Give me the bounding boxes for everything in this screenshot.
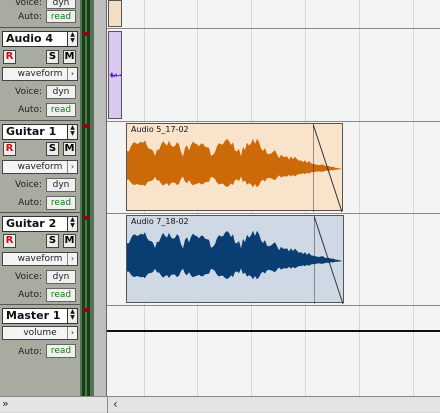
audio-region-guitar1[interactable]: Audio 5_17-02	[126, 123, 343, 212]
track-view-selector[interactable]: waveform ›	[2, 252, 78, 266]
auto-label: Auto:	[18, 105, 42, 115]
track-lane-separator	[107, 121, 440, 122]
track-view-value: waveform	[17, 69, 63, 79]
auto-label: Auto:	[18, 347, 42, 357]
track-header-partial: Voice: dyn Auto: read	[0, 0, 80, 28]
clip-indicator	[82, 124, 90, 128]
auto-label: Auto:	[18, 290, 42, 300]
automation-mode-selector[interactable]: read	[46, 103, 76, 117]
level-meter-column	[80, 0, 93, 396]
chevron-left-icon[interactable]: ‹	[113, 397, 125, 411]
audio-region-audio4[interactable]	[108, 31, 122, 119]
track-lane-separator	[107, 213, 440, 214]
track-lane-separator	[107, 305, 440, 306]
track-name-field[interactable]: Audio 4 ▲ ▼	[2, 31, 78, 47]
track-header-guitar1: Guitar 1 ▲ ▼ R S M waveform › Voice: dyn …	[0, 121, 80, 213]
track-name-field[interactable]: Master 1 ▲ ▼	[2, 308, 78, 324]
track-name: Guitar 1	[6, 125, 57, 138]
fade-out-graphic	[313, 124, 343, 212]
clip-indicator	[82, 308, 90, 312]
spinner-arrows-icon[interactable]: ▲ ▼	[67, 32, 77, 46]
mute-button[interactable]: M	[63, 142, 76, 156]
auto-label: Auto:	[18, 198, 42, 208]
solo-button[interactable]: S	[46, 234, 59, 248]
track-lane-separator	[107, 28, 440, 29]
chevron-right-icon: ›	[67, 68, 77, 80]
waveform-graphic	[127, 138, 341, 188]
voice-label: Voice:	[15, 0, 42, 8]
automation-mode-selector[interactable]: read	[46, 10, 76, 23]
fade-out-graphic	[314, 216, 344, 304]
double-chevron-icon[interactable]: »	[2, 397, 16, 411]
chevron-right-icon: ›	[67, 161, 77, 173]
grid-line	[359, 0, 360, 396]
waveform-shape	[127, 138, 341, 188]
record-enable-button[interactable]: R	[3, 142, 16, 156]
chevron-right-icon: ›	[67, 253, 77, 265]
track-name: Guitar 2	[6, 217, 57, 230]
voice-label: Voice:	[15, 272, 42, 282]
edit-timeline[interactable]: Audio 5_17-02 Audio 7_18-02	[107, 0, 440, 396]
track-view-value: volume	[23, 328, 57, 338]
track-view-value: waveform	[17, 254, 63, 264]
mute-button[interactable]: M	[63, 50, 76, 64]
panel-divider	[93, 0, 107, 396]
region-name: Audio 7_18-02	[131, 217, 189, 226]
waveform-graphic	[110, 72, 122, 78]
voice-selector[interactable]: dyn	[46, 0, 76, 9]
voice-selector[interactable]: dyn	[46, 85, 76, 99]
spinner-arrows-icon[interactable]: ▲ ▼	[67, 125, 77, 139]
meter-track-1	[82, 0, 85, 396]
automation-mode-selector[interactable]: read	[46, 288, 76, 302]
automation-mode-selector[interactable]: read	[46, 344, 76, 358]
scrollbar-divider	[107, 397, 108, 413]
chevron-right-icon: ›	[67, 327, 77, 339]
audio-region-partial[interactable]	[108, 0, 122, 27]
clip-indicator	[82, 216, 90, 220]
track-view-selector[interactable]: waveform ›	[2, 160, 78, 174]
record-enable-button[interactable]: R	[3, 50, 16, 64]
audio-region-guitar2[interactable]: Audio 7_18-02	[126, 215, 344, 304]
voice-selector[interactable]: dyn	[46, 270, 76, 284]
auto-label: Auto:	[18, 12, 42, 22]
track-view-value: waveform	[17, 162, 63, 172]
record-enable-button[interactable]: R	[3, 234, 16, 248]
master-volume-line[interactable]	[107, 330, 440, 332]
track-view-selector[interactable]: waveform ›	[2, 67, 78, 81]
horizontal-scrollbar[interactable]: » ‹	[0, 396, 440, 413]
clip-indicator	[82, 32, 90, 36]
automation-mode-selector[interactable]: read	[46, 196, 76, 210]
track-name: Master 1	[6, 309, 61, 322]
grid-line	[413, 0, 414, 396]
track-header-master1: Master 1 ▲ ▼ volume › Auto: read	[0, 305, 80, 396]
track-name-field[interactable]: Guitar 2 ▲ ▼	[2, 216, 78, 232]
track-view-selector[interactable]: volume ›	[2, 326, 78, 340]
track-header-audio4: Audio 4 ▲ ▼ R S M waveform › Voice: dyn A…	[0, 28, 80, 121]
track-name-field[interactable]: Guitar 1 ▲ ▼	[2, 124, 78, 140]
voice-selector[interactable]: dyn	[46, 178, 76, 192]
voice-label: Voice:	[15, 87, 42, 97]
region-name: Audio 5_17-02	[131, 125, 189, 134]
solo-button[interactable]: S	[46, 142, 59, 156]
track-header-guitar2: Guitar 2 ▲ ▼ R S M waveform › Voice: dyn …	[0, 213, 80, 305]
meter-track-2	[87, 0, 90, 396]
solo-button[interactable]: S	[46, 50, 59, 64]
voice-label: Voice:	[15, 180, 42, 190]
spinner-arrows-icon[interactable]: ▲ ▼	[67, 217, 77, 231]
waveform-graphic	[127, 230, 343, 280]
mute-button[interactable]: M	[63, 234, 76, 248]
track-name: Audio 4	[6, 32, 54, 45]
waveform-shape	[127, 230, 343, 280]
spinner-arrows-icon[interactable]: ▲ ▼	[67, 309, 77, 323]
